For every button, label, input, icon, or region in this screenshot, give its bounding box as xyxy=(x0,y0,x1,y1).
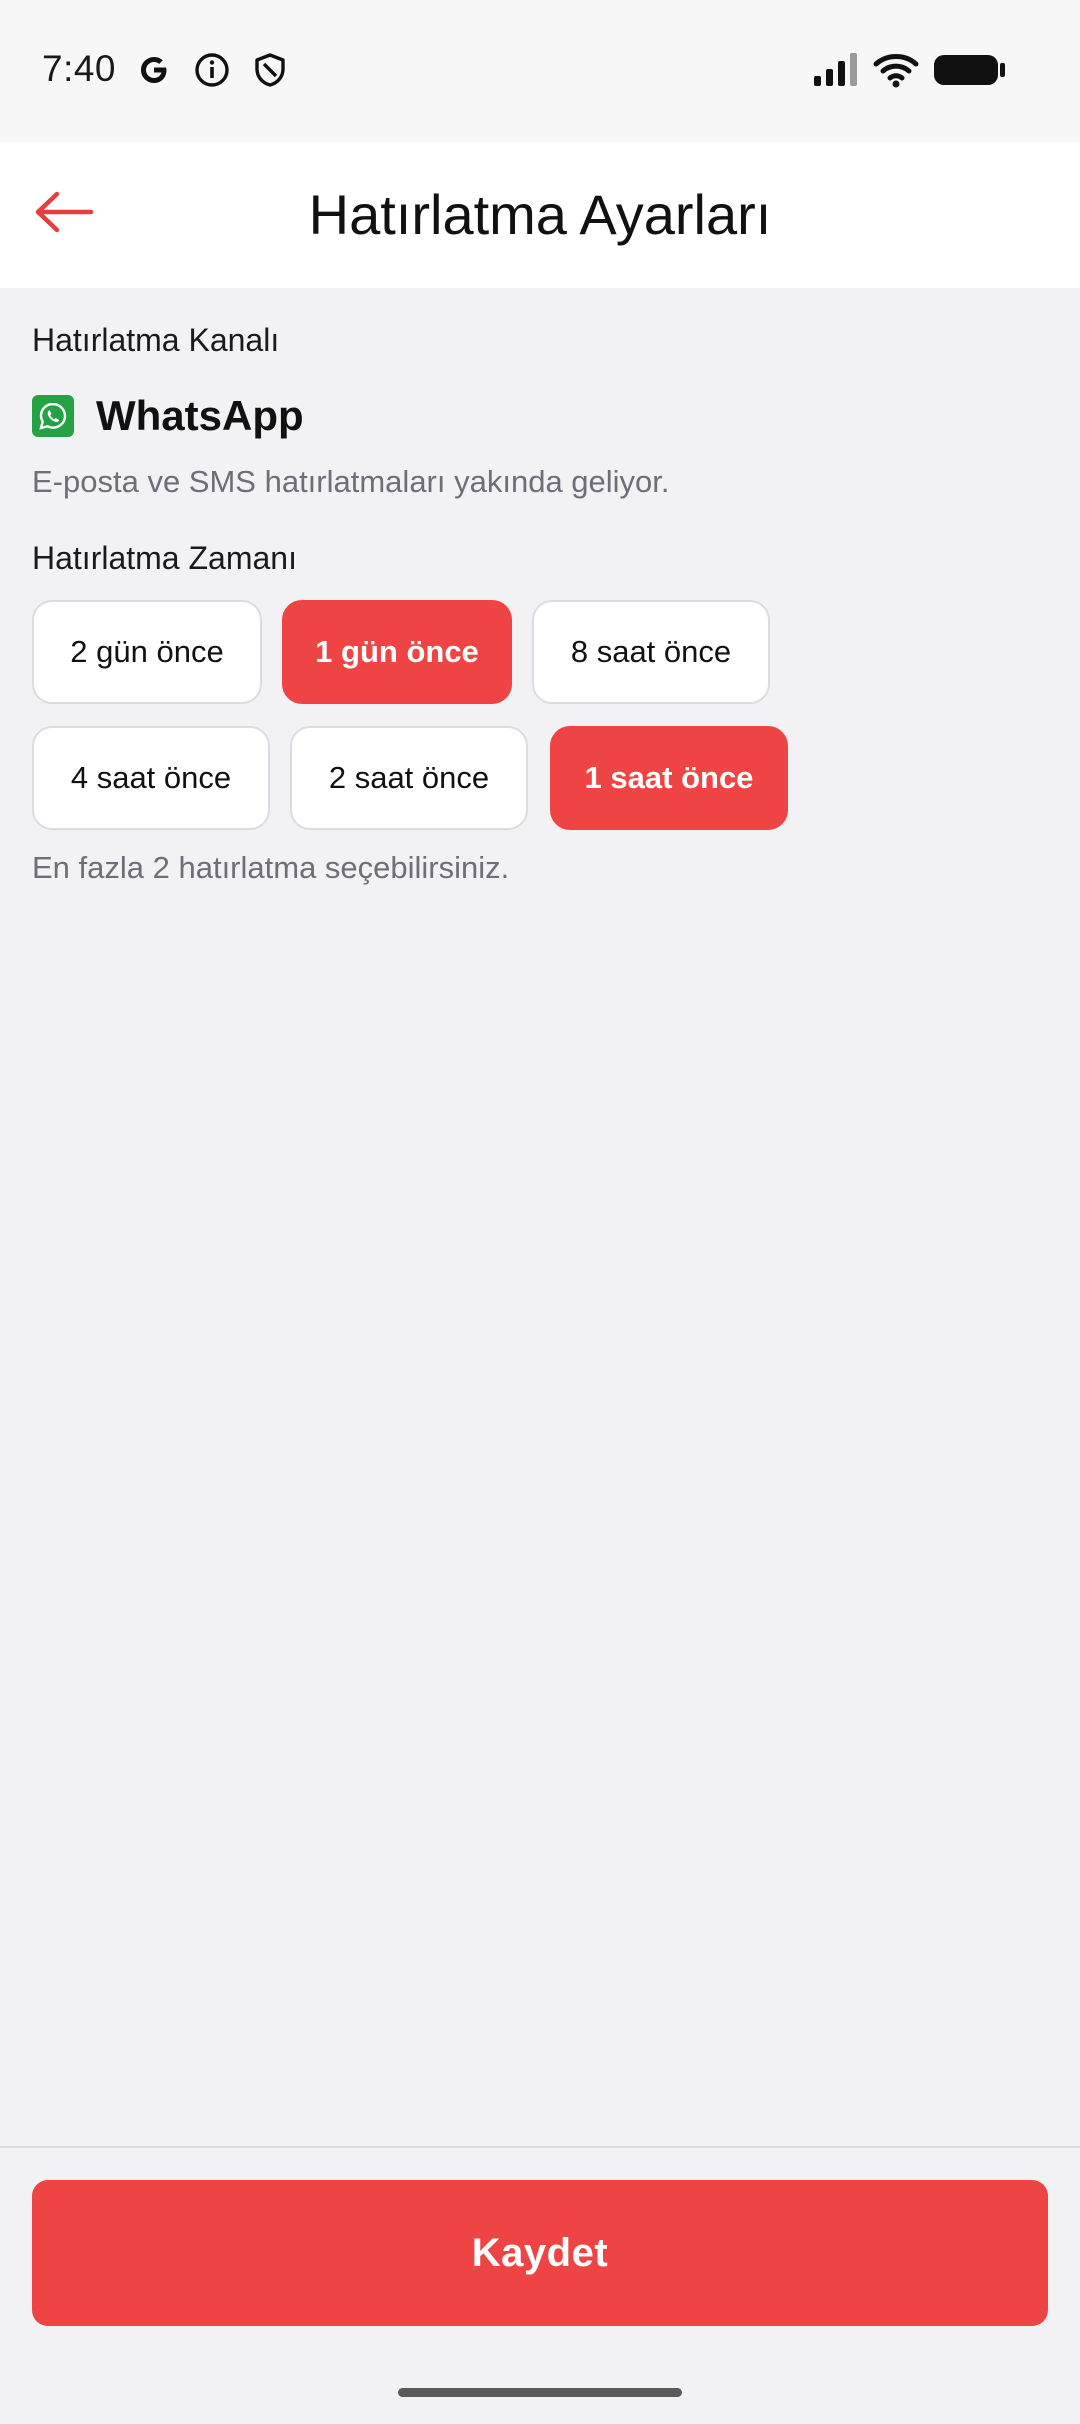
wifi-icon xyxy=(872,50,920,95)
save-button[interactable]: Kaydet xyxy=(32,2180,1048,2326)
option-1-hour-before[interactable]: 1 saat önce xyxy=(550,726,788,830)
channel-hint: E-posta ve SMS hatırlatmaları yakında ge… xyxy=(32,464,670,499)
google-icon xyxy=(136,52,172,93)
battery-icon xyxy=(932,50,1008,95)
channel-name: WhatsApp xyxy=(96,392,304,439)
time-section-label: Hatırlatma Zamanı xyxy=(32,540,297,576)
option-8-hours-before[interactable]: 8 saat önce xyxy=(532,600,770,704)
selection-limit-hint: En fazla 2 hatırlatma seçebilirsiniz. xyxy=(32,850,510,885)
footer-divider xyxy=(0,2146,1080,2148)
option-2-days-before[interactable]: 2 gün önce xyxy=(32,600,262,704)
option-2-hours-before[interactable]: 2 saat önce xyxy=(290,726,528,830)
whatsapp-icon xyxy=(32,395,74,437)
home-indicator[interactable] xyxy=(398,2388,682,2397)
channel-row: WhatsApp xyxy=(32,392,304,440)
app-header: Hatırlatma Ayarları xyxy=(0,142,1080,288)
option-4-hours-before[interactable]: 4 saat önce xyxy=(32,726,270,830)
signal-icon xyxy=(812,50,860,95)
option-1-day-before[interactable]: 1 gün önce xyxy=(282,600,512,704)
status-bar: 7:40 xyxy=(0,0,1080,142)
info-icon xyxy=(194,52,230,93)
shield-icon xyxy=(252,52,288,93)
page-title: Hatırlatma Ayarları xyxy=(308,183,772,246)
channel-section-label: Hatırlatma Kanalı xyxy=(32,322,280,358)
status-time: 7:40 xyxy=(42,48,117,89)
